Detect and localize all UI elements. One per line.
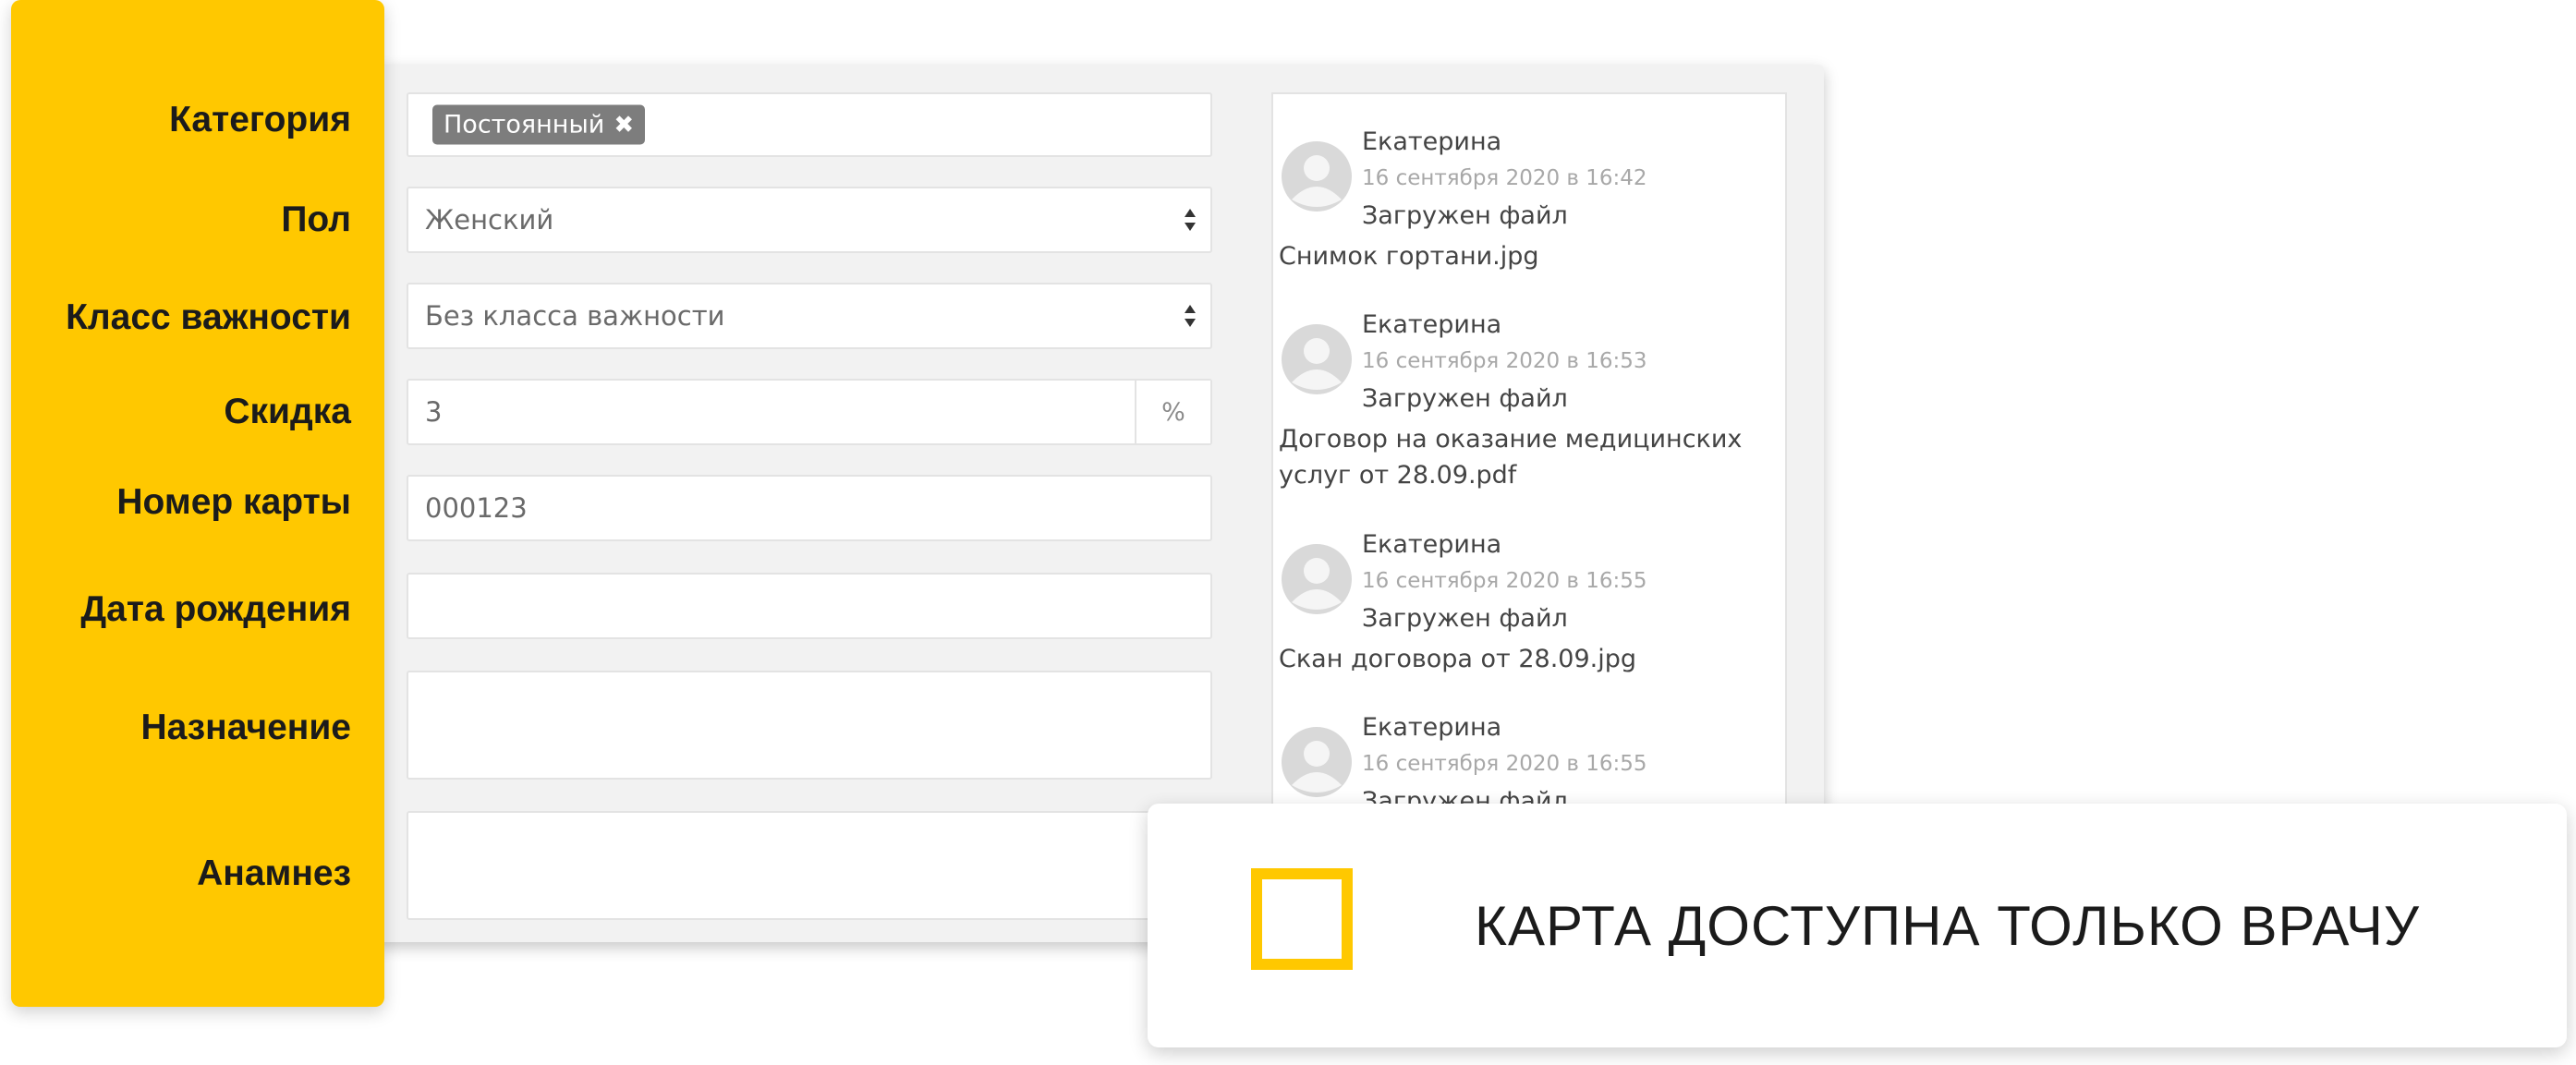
feed-time: 16 сентября 2020 в 16:53 [1362,349,1647,373]
feed-time: 16 сентября 2020 в 16:55 [1362,752,1647,776]
user-avatar-icon [1282,324,1352,394]
feed-author: Екатерина [1362,713,1502,742]
category-tag-input[interactable]: Постоянный ✖ [407,92,1212,157]
label-birth-date: Дата рождения [80,589,351,629]
feed-action: Загружен файл [1362,201,1568,230]
discount-value: 3 [425,396,443,428]
feed-file-link[interactable]: Договор на оказание медицинских услуг от… [1279,421,1759,493]
label-card-number: Номер карты [116,482,351,522]
user-avatar-icon [1282,727,1352,797]
importance-select[interactable]: Без класса важности [407,283,1212,349]
doctor-only-label: КАРТА ДОСТУПНА ТОЛЬКО ВРАЧУ [1475,894,2420,957]
purpose-textarea[interactable] [407,671,1212,780]
sort-arrows-icon [1185,305,1196,327]
user-avatar-icon [1282,141,1352,212]
doctor-only-checkbox[interactable] [1251,868,1353,970]
gender-select[interactable]: Женский [407,187,1212,253]
feed-file-link[interactable]: Снимок гортани.jpg [1279,238,1759,274]
card-number-value: 000123 [425,492,528,524]
label-importance: Класс важности [66,297,351,337]
feed-action: Загружен файл [1362,604,1568,633]
feed-action: Загружен файл [1362,384,1568,413]
label-anamnesis: Анамнез [197,853,351,893]
feed-author: Екатерина [1362,310,1502,339]
sort-arrows-icon [1185,209,1196,231]
feed-entry: Екатерина 16 сентября 2020 в 16:55 Загру… [1273,530,1785,696]
feed-time: 16 сентября 2020 в 16:55 [1362,569,1647,593]
feed-time: 16 сентября 2020 в 16:42 [1362,166,1647,190]
birth-date-input[interactable] [407,573,1212,639]
activity-feed[interactable]: Екатерина 16 сентября 2020 в 16:42 Загру… [1271,92,1787,924]
user-avatar-icon [1282,544,1352,614]
label-discount: Скидка [224,392,351,431]
label-purpose: Назначение [140,708,351,747]
category-tag-label: Постоянный [444,110,605,139]
doctor-only-notice: КАРТА ДОСТУПНА ТОЛЬКО ВРАЧУ [1148,804,2567,1047]
feed-entry: Екатерина 16 сентября 2020 в 16:53 Загру… [1273,310,1785,523]
percent-addon: % [1135,381,1210,443]
feed-file-link[interactable]: Скан договора от 28.09.jpg [1279,641,1759,677]
gender-select-value: Женский [425,204,554,236]
importance-select-value: Без класса важности [425,300,725,332]
label-gender: Пол [281,200,351,239]
field-labels-panel: Категория Пол Класс важности Скидка Номе… [11,0,384,1007]
card-number-input[interactable]: 000123 [407,475,1212,541]
feed-author: Екатерина [1362,530,1502,559]
label-category: Категория [169,100,351,139]
anamnesis-textarea[interactable] [407,811,1212,920]
category-tag: Постоянный ✖ [432,104,646,145]
discount-input[interactable]: 3 % [407,379,1212,445]
feed-author: Екатерина [1362,127,1502,156]
feed-entry: Екатерина 16 сентября 2020 в 16:42 Загру… [1273,127,1785,294]
close-icon[interactable]: ✖ [614,112,634,139]
